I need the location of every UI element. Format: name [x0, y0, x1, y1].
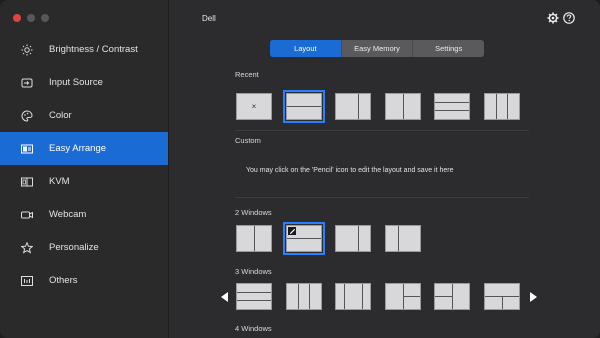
- layout-tile-3w-top-bottom-split[interactable]: [484, 283, 520, 310]
- tab-easy-memory[interactable]: Easy Memory: [342, 40, 414, 57]
- minimize-window-button[interactable]: [27, 14, 35, 22]
- webcam-icon: [21, 209, 33, 221]
- sidebar-item-webcam[interactable]: Webcam: [0, 198, 168, 231]
- layout-tile-recent-split-vertical[interactable]: [385, 93, 421, 120]
- app-window: Brightness / Contrast Input Source Color…: [0, 0, 600, 338]
- easy-arrange-icon: [21, 143, 33, 155]
- sidebar-menu: Brightness / Contrast Input Source Color…: [0, 33, 168, 297]
- layout-tile-3w-rows[interactable]: [236, 283, 272, 310]
- sidebar-item-easy-arrange[interactable]: Easy Arrange: [0, 132, 168, 165]
- layout-tile-3w-columns[interactable]: [286, 283, 322, 310]
- help-icon[interactable]: [563, 12, 575, 24]
- layout-tile-2w-horizontal[interactable]: [283, 222, 325, 255]
- gear-icon[interactable]: [547, 12, 559, 24]
- sidebar-item-label: Input Source: [49, 77, 103, 88]
- sidebar-item-color[interactable]: Color: [0, 99, 168, 132]
- sidebar-item-input-source[interactable]: Input Source: [0, 66, 168, 99]
- divider: [235, 197, 529, 198]
- sidebar-item-label: Webcam: [49, 209, 87, 220]
- app-title: Dell: [202, 14, 216, 23]
- close-window-button[interactable]: [13, 14, 21, 22]
- palette-icon: [21, 109, 33, 122]
- layout-tile-recent-clear[interactable]: ×: [236, 93, 272, 120]
- scroll-left-arrow[interactable]: [221, 289, 229, 302]
- layout-tile-3w-split-left-right[interactable]: [434, 283, 470, 310]
- layout-tile-2w-vertical-left[interactable]: [385, 225, 421, 252]
- sun-icon: [21, 44, 33, 56]
- kvm-icon: [21, 176, 33, 188]
- section-recent-label: Recent: [235, 70, 259, 79]
- layout-tile-2w-vertical[interactable]: [236, 225, 272, 252]
- sidebar-item-label: Easy Arrange: [49, 143, 107, 154]
- others-icon: [21, 275, 33, 287]
- tab-settings[interactable]: Settings: [413, 40, 484, 57]
- layout-tile-recent-split-vertical-right[interactable]: [335, 93, 371, 120]
- sidebar-item-label: Others: [49, 275, 78, 286]
- layout-tile-2w-vertical-right[interactable]: [335, 225, 371, 252]
- section-4-windows-label: 4 Windows: [235, 324, 272, 333]
- layout-tile-recent-three-columns[interactable]: [484, 93, 520, 120]
- section-3-windows-label: 3 Windows: [235, 267, 272, 276]
- scroll-right-arrow[interactable]: [529, 289, 537, 302]
- tab-bar: Layout Easy Memory Settings: [270, 40, 484, 57]
- section-2-windows-label: 2 Windows: [235, 208, 272, 217]
- layout-tile-3w-wide-center[interactable]: [335, 283, 371, 310]
- sidebar-item-others[interactable]: Others: [0, 264, 168, 297]
- sidebar-item-label: Personalize: [49, 242, 99, 253]
- close-icon: ×: [251, 102, 257, 111]
- sidebar: Brightness / Contrast Input Source Color…: [0, 0, 169, 338]
- layout-tile-recent-split-horizontal[interactable]: [283, 90, 325, 123]
- layout-tile-recent-three-rows[interactable]: [434, 93, 470, 120]
- star-icon: [21, 241, 33, 254]
- sidebar-item-kvm[interactable]: KVM: [0, 165, 168, 198]
- custom-hint-text: You may click on the 'Pencil' icon to ed…: [246, 167, 454, 174]
- divider: [235, 130, 529, 131]
- top-right-icons: [547, 12, 575, 24]
- layout-tile-3w-left-split-right[interactable]: [385, 283, 421, 310]
- sidebar-item-personalize[interactable]: Personalize: [0, 231, 168, 264]
- input-source-icon: [21, 77, 33, 89]
- pencil-icon[interactable]: [288, 227, 296, 235]
- sidebar-item-label: Brightness / Contrast: [49, 44, 138, 55]
- window-controls: [13, 14, 49, 22]
- sidebar-item-brightness-contrast[interactable]: Brightness / Contrast: [0, 33, 168, 66]
- tab-layout[interactable]: Layout: [270, 40, 342, 57]
- zoom-window-button[interactable]: [41, 14, 49, 22]
- sidebar-item-label: KVM: [49, 176, 70, 187]
- sidebar-item-label: Color: [49, 110, 72, 121]
- section-custom-label: Custom: [235, 136, 261, 145]
- main-panel: Dell Layout Easy Memory Settings Recent …: [169, 0, 600, 338]
